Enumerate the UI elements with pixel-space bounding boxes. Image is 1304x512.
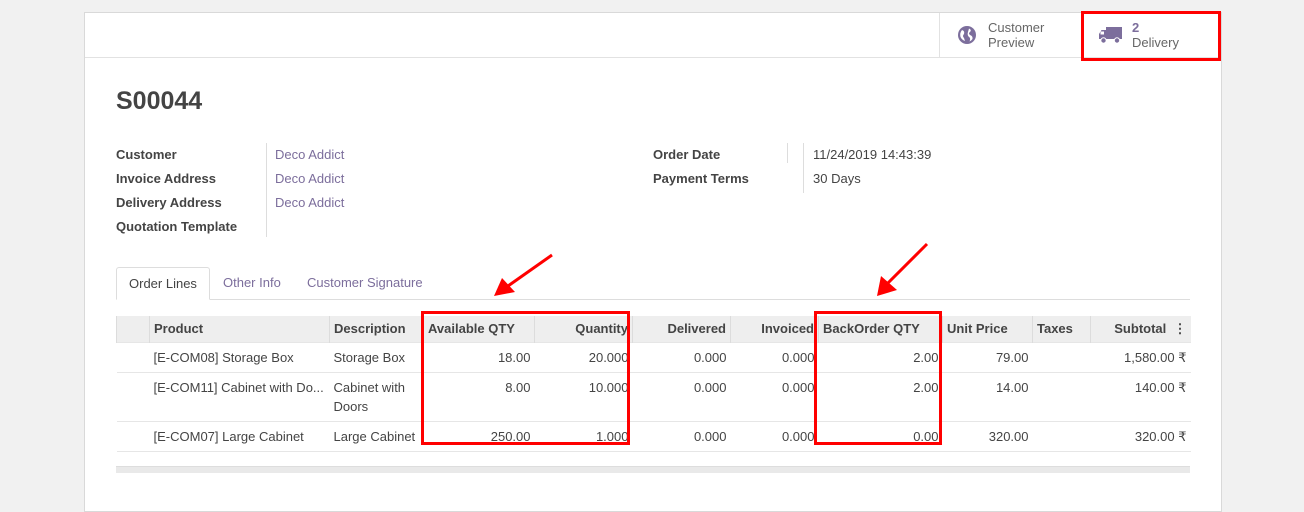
col-delivered[interactable]: Delivered <box>632 316 731 342</box>
cell-unit-price: 320.00 <box>942 420 1033 452</box>
cell-available: 18.00 <box>423 341 535 373</box>
quotation-template-label: Quotation Template <box>116 219 238 234</box>
col-backorder-qty[interactable]: BackOrder QTY <box>818 316 943 342</box>
cell-taxes <box>1032 420 1091 452</box>
table-row[interactable]: [E-COM07] Large Cabinet Large Cabinet 25… <box>116 420 1191 452</box>
col-subtotal-label: Subtotal <box>1114 320 1167 336</box>
truck-icon <box>1098 26 1124 44</box>
delivery-button[interactable]: 2 Delivery <box>1083 13 1223 57</box>
col-unit-price[interactable]: Unit Price <box>942 316 1033 342</box>
cell-backorder: 0.00 <box>818 420 943 452</box>
cell-backorder: 2.00 <box>818 341 943 373</box>
globe-icon <box>954 25 980 45</box>
tab-customer-signature[interactable]: Customer Signature <box>295 267 435 299</box>
form-sheet: Customer Preview 2 Delivery S00044 Custo… <box>84 12 1222 512</box>
invoice-address-label: Invoice Address <box>116 171 216 186</box>
cell-available: 250.00 <box>423 420 535 452</box>
cell-delivered: 0.000 <box>632 341 731 373</box>
cell-taxes <box>1032 341 1091 373</box>
cell-subtotal: 1,580.00 ₹ <box>1090 341 1191 373</box>
tab-order-lines[interactable]: Order Lines <box>116 267 210 300</box>
notebook-tabs: Order Lines Other Info Customer Signatur… <box>116 267 1190 300</box>
preview-line2: Preview <box>988 35 1035 50</box>
order-lines-table: Product Description Available QTY Quanti… <box>116 316 1191 452</box>
delivery-address-label: Delivery Address <box>116 195 222 210</box>
field-separator <box>266 143 267 237</box>
delivery-count: 2 <box>1132 20 1140 35</box>
cell-invoiced: 0.000 <box>730 420 819 452</box>
col-available-qty[interactable]: Available QTY <box>423 316 535 342</box>
cell-unit-price: 14.00 <box>942 371 1033 422</box>
cell-quantity: 10.000 <box>534 371 633 422</box>
cell-taxes <box>1032 371 1091 422</box>
cell-invoiced: 0.000 <box>730 371 819 422</box>
cell-delivered: 0.000 <box>632 420 731 452</box>
customer-label: Customer <box>116 147 177 162</box>
table-row[interactable]: [E-COM08] Storage Box Storage Box 18.00 … <box>116 341 1191 373</box>
col-quantity[interactable]: Quantity <box>534 316 633 342</box>
order-date-value: 11/24/2019 14:43:39 <box>813 147 932 162</box>
cell-description: Storage Box <box>329 341 424 373</box>
col-description[interactable]: Description <box>329 316 424 342</box>
cell-subtotal: 140.00 ₹ <box>1090 371 1191 422</box>
cell-description: Cabinet with Doors <box>329 371 424 422</box>
payment-terms-value: 30 Days <box>813 171 861 186</box>
smart-button-box: Customer Preview 2 Delivery <box>85 13 1221 58</box>
preview-line1: Customer <box>988 20 1045 35</box>
col-invoiced[interactable]: Invoiced <box>730 316 819 342</box>
cell-subtotal: 320.00 ₹ <box>1090 420 1191 452</box>
col-product[interactable]: Product <box>149 316 330 342</box>
field-separator <box>787 143 788 163</box>
table-row[interactable]: [E-COM11] Cabinet with Do... Cabinet wit… <box>116 371 1191 422</box>
cell-quantity: 20.000 <box>534 341 633 373</box>
col-taxes[interactable]: Taxes <box>1032 316 1091 342</box>
order-date-label: Order Date <box>653 147 721 162</box>
table-footer <box>116 466 1190 473</box>
tab-other-info[interactable]: Other Info <box>211 267 293 299</box>
payment-terms-label: Payment Terms <box>653 171 749 186</box>
invoice-address-value[interactable]: Deco Addict <box>275 171 344 186</box>
cell-product: [E-COM08] Storage Box <box>149 341 330 373</box>
cell-unit-price: 79.00 <box>942 341 1033 373</box>
customer-preview-button[interactable]: Customer Preview <box>939 13 1083 57</box>
customer-value[interactable]: Deco Addict <box>275 147 344 162</box>
delivery-address-value[interactable]: Deco Addict <box>275 195 344 210</box>
field-separator <box>803 143 804 193</box>
cell-quantity: 1.000 <box>534 420 633 452</box>
cell-invoiced: 0.000 <box>730 341 819 373</box>
cell-available: 8.00 <box>423 371 535 422</box>
cell-product: [E-COM07] Large Cabinet <box>149 420 330 452</box>
order-title: S00044 <box>116 87 203 115</box>
col-subtotal[interactable]: Subtotal ⋮ <box>1090 316 1191 342</box>
cell-backorder: 2.00 <box>818 371 943 422</box>
cell-delivered: 0.000 <box>632 371 731 422</box>
column-options-icon[interactable]: ⋮ <box>1174 321 1187 336</box>
delivery-label: Delivery <box>1132 35 1179 50</box>
cell-description: Large Cabinet <box>329 420 424 452</box>
handle-column <box>116 316 150 342</box>
cell-product: [E-COM11] Cabinet with Do... <box>149 371 330 422</box>
